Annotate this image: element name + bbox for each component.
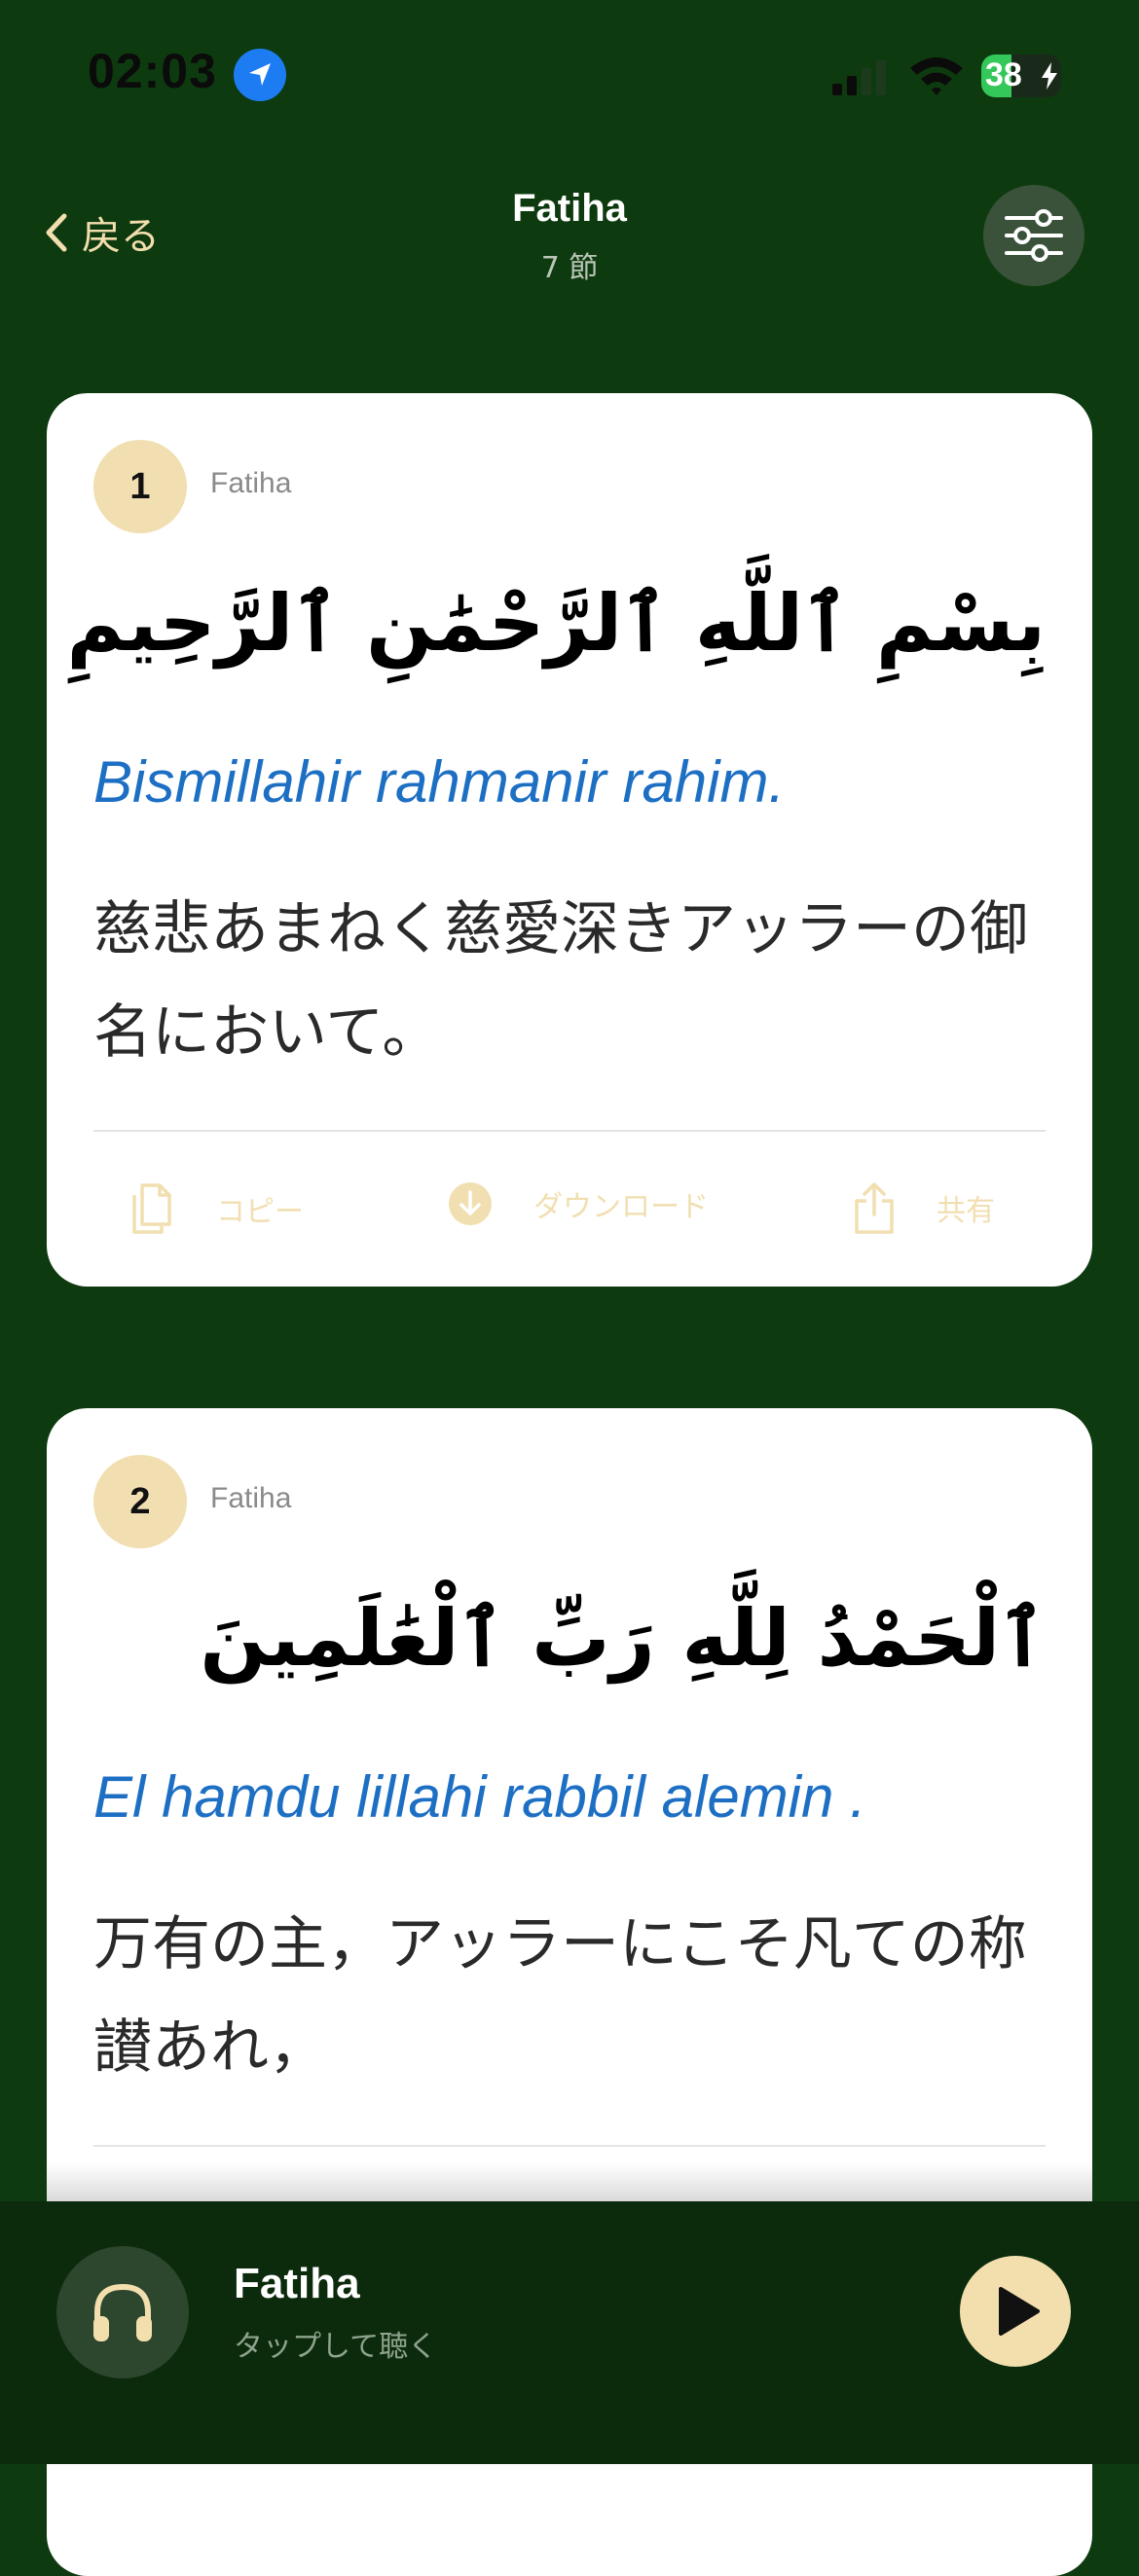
battery-icon: 38 <box>981 54 1061 97</box>
mini-player[interactable]: Fatiha タップして聴く <box>0 2201 1139 2464</box>
copy-label: コピー <box>216 1195 304 1229</box>
page-title: Fatiha <box>512 187 627 230</box>
divider <box>93 2145 1046 2147</box>
surah-label: Fatiha <box>210 467 292 499</box>
status-time: 02:03 <box>88 44 217 98</box>
scroll-fade <box>47 2162 1092 2203</box>
wifi-icon <box>910 57 963 95</box>
signal-icon <box>832 60 886 95</box>
download-button[interactable]: ダウンロード <box>448 1181 709 1226</box>
player-subtitle: タップして聴く <box>234 2330 438 2364</box>
verse-count: 7 節 <box>540 251 599 285</box>
settings-button[interactable] <box>983 185 1084 286</box>
arabic-text: بِسْمِ ٱللَّهِ ٱلرَّحْمَٰنِ ٱلرَّحِيمِ <box>66 578 1046 669</box>
verse-actions: コピー ダウンロード 共有 <box>47 1181 1092 1269</box>
bolt-icon <box>1042 62 1057 90</box>
translation-text: 慈悲あまねく慈愛深きアッラーの御名において。 <box>93 895 1028 1067</box>
copy-icon <box>132 1183 171 1234</box>
share-icon <box>855 1182 894 1234</box>
headphones-button[interactable] <box>56 2246 189 2378</box>
player-title: Fatiha <box>234 2260 360 2307</box>
sliders-icon <box>1005 209 1063 262</box>
download-icon <box>449 1182 492 1225</box>
transliteration-text: Bismillahir rahmanir rahim. <box>93 749 786 815</box>
copy-button[interactable]: コピー <box>129 1181 304 1236</box>
surah-label: Fatiha <box>210 1482 292 1514</box>
arabic-text: ٱلْحَمْدُ لِلَّهِ رَبِّ ٱلْعَٰلَمِينَ <box>200 1593 1046 1684</box>
share-label: 共有 <box>937 1194 995 1228</box>
play-icon <box>999 2287 1040 2336</box>
headphones-icon <box>93 2283 152 2341</box>
share-button[interactable]: 共有 <box>853 1181 995 1234</box>
verse-number-badge: 2 <box>93 1455 187 1548</box>
location-arrow-icon <box>234 49 286 101</box>
download-label: ダウンロード <box>533 1190 709 1224</box>
status-bar: 02:03 38 <box>0 0 1139 146</box>
divider <box>93 1130 1046 1132</box>
verse-number-badge: 1 <box>93 440 187 533</box>
battery-text: 38 <box>985 56 1022 93</box>
translation-text: 万有の主，アッラーにこそ凡ての称讃あれ， <box>93 1910 1027 2082</box>
transliteration-text: El hamdu lillahi rabbil alemin . <box>93 1764 866 1830</box>
play-button[interactable] <box>960 2256 1071 2367</box>
verse-card: 1 Fatiha بِسْمِ ٱللَّهِ ٱلرَّحْمَٰنِ ٱلر… <box>47 393 1092 1287</box>
